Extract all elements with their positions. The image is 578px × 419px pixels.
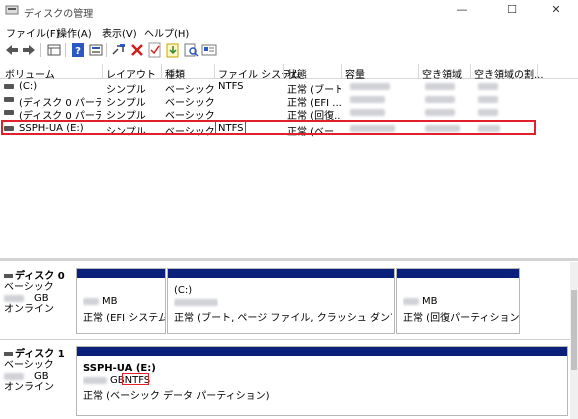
disk-0-name: ディスク 0 [15,271,65,282]
import-icon[interactable] [165,42,181,58]
partition-efi[interactable]: MB 正常 (EFI システム パ [76,268,166,334]
redacted-free-percent [478,83,498,90]
drive-icon [4,110,14,115]
column-divider[interactable] [102,64,103,79]
partition-c-status: 正常 (ブート, ページ ファイル, クラッシュ ダンプ, ベーシック デー [174,313,392,324]
highlight-box-partition-filesystem [122,373,149,385]
disk-1-type: ベーシック [4,360,54,371]
column-header-free-space[interactable]: 空き領域 [422,66,462,81]
list-view-icon[interactable] [46,42,62,58]
redacted-partition-size [83,376,107,384]
partition-c-title: (C:) [174,285,193,296]
cell-filesystem: NTFS [218,81,244,92]
partition-ssph-ua[interactable]: SSPH-UA (E:) GBNTFS 正常 (ベーシック データ パーティショ… [76,346,568,416]
drive-icon [4,97,14,102]
redacted-disk-size [4,372,24,380]
column-divider[interactable] [283,64,284,79]
maximize-button[interactable]: ☐ [490,0,534,22]
partition-efi-size-unit: MB [102,296,118,307]
column-header-free-percent[interactable]: 空き領域の割... [474,66,544,81]
svg-text:?: ? [75,46,81,57]
column-divider[interactable] [341,64,342,79]
partition-bar [77,347,567,356]
table-row[interactable]: (ディスク 0 パーティシ... シンプル ベーシック 正常 (回復... [0,106,578,122]
column-header-volume[interactable]: ボリューム [5,66,55,81]
settings-icon[interactable] [88,42,104,58]
disk-1-size-unit: GB [34,371,49,382]
redacted-free-space [425,109,455,116]
disk-0-state: オンライン [4,304,54,315]
partition-recovery-size-unit: MB [422,296,438,307]
search-icon[interactable] [183,42,199,58]
back-icon[interactable] [4,42,20,58]
menu-file[interactable]: ファイル(F) [6,25,60,40]
toolbar-separator [65,43,66,57]
volume-list: ボリューム レイアウト 種類 ファイル システム 状態 容量 空き領域 空き領域… [0,64,578,258]
highlight-box-filesystem [215,121,246,134]
column-header-capacity[interactable]: 容量 [345,66,365,81]
column-divider[interactable] [537,64,538,79]
disk-separator [0,339,570,340]
column-header-type[interactable]: 種類 [165,66,185,81]
disk-1-state: オンライン [4,382,54,393]
partition-recovery-status: 正常 (回復パーティション) [403,313,519,324]
menu-action[interactable]: 操作(A) [57,25,92,40]
redacted-partition-size [403,297,419,305]
scrollbar-thumb[interactable] [571,290,577,370]
redacted-partition-size [174,298,218,306]
volume-list-header: ボリューム レイアウト 種類 ファイル システム 状態 容量 空き領域 空き領域… [0,64,578,81]
toolbar: ? [0,40,578,60]
partition-bar [168,269,394,278]
column-divider[interactable] [161,64,162,79]
toolbar-separator [106,43,107,57]
partition-efi-status: 正常 (EFI システム パ [83,313,165,324]
menu-view[interactable]: 表示(V) [102,25,137,40]
redacted-capacity [350,83,390,90]
redacted-free-space [425,83,455,90]
redacted-free-percent [478,109,498,116]
partition-ssph-ua-status: 正常 (ベーシック データ パーティション) [83,391,270,402]
disk-icon [4,274,13,278]
partition-bar [397,269,519,278]
table-row[interactable]: (ディスク 0 パーティシ... シンプル ベーシック 正常 (EFI ... [0,93,578,109]
column-divider[interactable] [470,64,471,79]
column-divider[interactable] [214,64,215,79]
disk-management-icon [5,5,19,15]
menu-bar: ファイル(F) 操作(A) 表示(V) ヘルプ(H) [0,22,578,40]
cell-volume: (C:) [19,81,38,92]
column-header-layout[interactable]: レイアウト [106,66,156,81]
redacted-partition-size [83,297,99,305]
disk-0-size-unit: GB [34,293,49,304]
check-icon[interactable] [147,42,163,58]
redacted-free-percent [478,96,498,103]
window-title: ディスクの管理 [24,9,94,20]
column-header-status[interactable]: 状態 [287,66,307,81]
disk-0-type: ベーシック [4,282,54,293]
redacted-capacity [350,96,385,103]
partition-c[interactable]: (C:) 正常 (ブート, ページ ファイル, クラッシュ ダンプ, ベーシック… [167,268,395,334]
forward-icon[interactable] [21,42,37,58]
minimize-button[interactable]: — [440,0,484,22]
connect-icon[interactable] [111,42,127,58]
partition-bar [77,269,165,278]
redacted-disk-size [4,294,24,302]
redacted-capacity [350,109,385,116]
column-divider[interactable] [418,64,419,79]
close-button[interactable]: ✕ [534,0,578,22]
toolbar-separator [40,43,41,57]
delete-icon[interactable] [129,42,145,58]
help-icon[interactable]: ? [70,42,86,58]
disk-icon [4,352,13,356]
redacted-free-space [425,96,455,103]
disk-1-info[interactable]: ディスク 1 ベーシック GB オンライン [4,349,74,393]
menu-help[interactable]: ヘルプ(H) [144,25,189,40]
properties-icon[interactable] [201,42,217,58]
table-row[interactable]: (C:) シンプル ベーシック NTFS 正常 (ブート... [0,80,578,96]
highlight-box-row [1,120,536,135]
title-bar: ディスクの管理 — ☐ ✕ [0,0,578,22]
disk-1-name: ディスク 1 [15,349,65,360]
drive-icon [4,84,14,89]
partition-recovery[interactable]: MB 正常 (回復パーティション) [396,268,520,334]
disk-0-info[interactable]: ディスク 0 ベーシック GB オンライン [4,271,74,315]
